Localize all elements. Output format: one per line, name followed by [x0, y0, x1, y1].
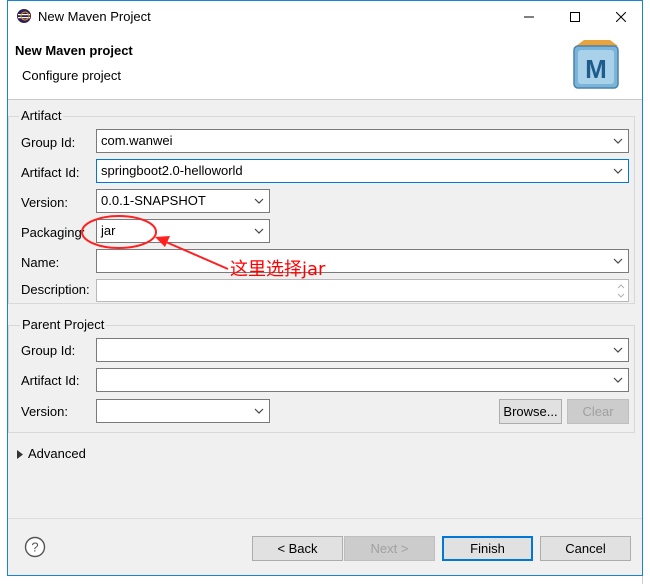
maximize-icon [570, 11, 580, 22]
finish-button[interactable]: Finish [442, 536, 533, 561]
svg-text:M: M [585, 54, 607, 84]
new-maven-project-dialog: New Maven Project New Maven project Conf… [7, 0, 643, 576]
packaging-value: jar [101, 223, 116, 238]
expand-arrow-icon[interactable] [17, 450, 23, 459]
close-button[interactable] [598, 1, 644, 32]
next-button[interactable]: Next > [344, 536, 435, 561]
footer-separator [8, 518, 642, 519]
parent-version-combo[interactable] [96, 399, 270, 423]
eclipse-icon [17, 9, 31, 23]
page-title: New Maven project [15, 43, 133, 58]
minimize-icon [524, 16, 534, 17]
packaging-combo[interactable]: jar [96, 219, 270, 243]
chevron-down-icon[interactable] [613, 346, 623, 354]
artifact-group-label: Artifact [19, 108, 64, 123]
svg-text:?: ? [31, 540, 38, 555]
version-value: 0.0.1-SNAPSHOT [101, 193, 206, 208]
description-textarea[interactable] [96, 279, 629, 302]
parent-version-label: Version: [21, 404, 68, 419]
group-id-label: Group Id: [21, 135, 76, 150]
window-title: New Maven Project [38, 9, 151, 24]
artifact-id-label: Artifact Id: [21, 165, 80, 180]
group-id-combo[interactable]: com.wanwei [96, 129, 629, 153]
parent-group-id-combo[interactable] [96, 338, 629, 362]
advanced-toggle[interactable]: Advanced [28, 446, 86, 461]
help-icon[interactable]: ? [24, 536, 46, 558]
clear-button[interactable]: Clear [567, 399, 629, 424]
version-label: Version: [21, 195, 68, 210]
chevron-down-icon[interactable] [613, 376, 623, 384]
description-label: Description: [21, 282, 90, 297]
maximize-button[interactable] [552, 1, 598, 32]
chevron-down-icon[interactable] [254, 227, 264, 235]
chevron-down-icon[interactable] [613, 167, 623, 175]
group-id-value: com.wanwei [101, 133, 173, 148]
page-subtitle: Configure project [22, 68, 121, 83]
name-combo[interactable] [96, 249, 629, 273]
artifact-id-value: springboot2.0-helloworld [101, 163, 243, 178]
name-label: Name: [21, 255, 60, 270]
minimize-button[interactable] [506, 1, 552, 32]
background-window-right [642, 0, 650, 584]
title-bar[interactable]: New Maven Project [8, 1, 642, 32]
maven-logo-icon: M [573, 40, 619, 89]
artifact-id-combo[interactable]: springboot2.0-helloworld [96, 159, 629, 183]
wizard-header: New Maven project Configure project M [8, 32, 642, 100]
cancel-button[interactable]: Cancel [540, 536, 631, 561]
chevron-down-icon[interactable] [613, 257, 623, 265]
back-button[interactable]: < Back [252, 536, 343, 561]
scroll-arrows-icon[interactable] [616, 282, 626, 300]
chevron-down-icon[interactable] [254, 407, 264, 415]
parent-project-group-label: Parent Project [20, 317, 107, 332]
close-icon [616, 11, 626, 22]
parent-artifact-id-combo[interactable] [96, 368, 629, 392]
version-combo[interactable]: 0.0.1-SNAPSHOT [96, 189, 270, 213]
chevron-down-icon[interactable] [613, 137, 623, 145]
packaging-label: Packaging: [21, 225, 86, 240]
parent-group-id-label: Group Id: [21, 343, 76, 358]
parent-artifact-id-label: Artifact Id: [21, 373, 80, 388]
browse-button[interactable]: Browse... [499, 399, 562, 424]
chevron-down-icon[interactable] [254, 197, 264, 205]
annotation-text: 这里选择jar [230, 259, 326, 280]
